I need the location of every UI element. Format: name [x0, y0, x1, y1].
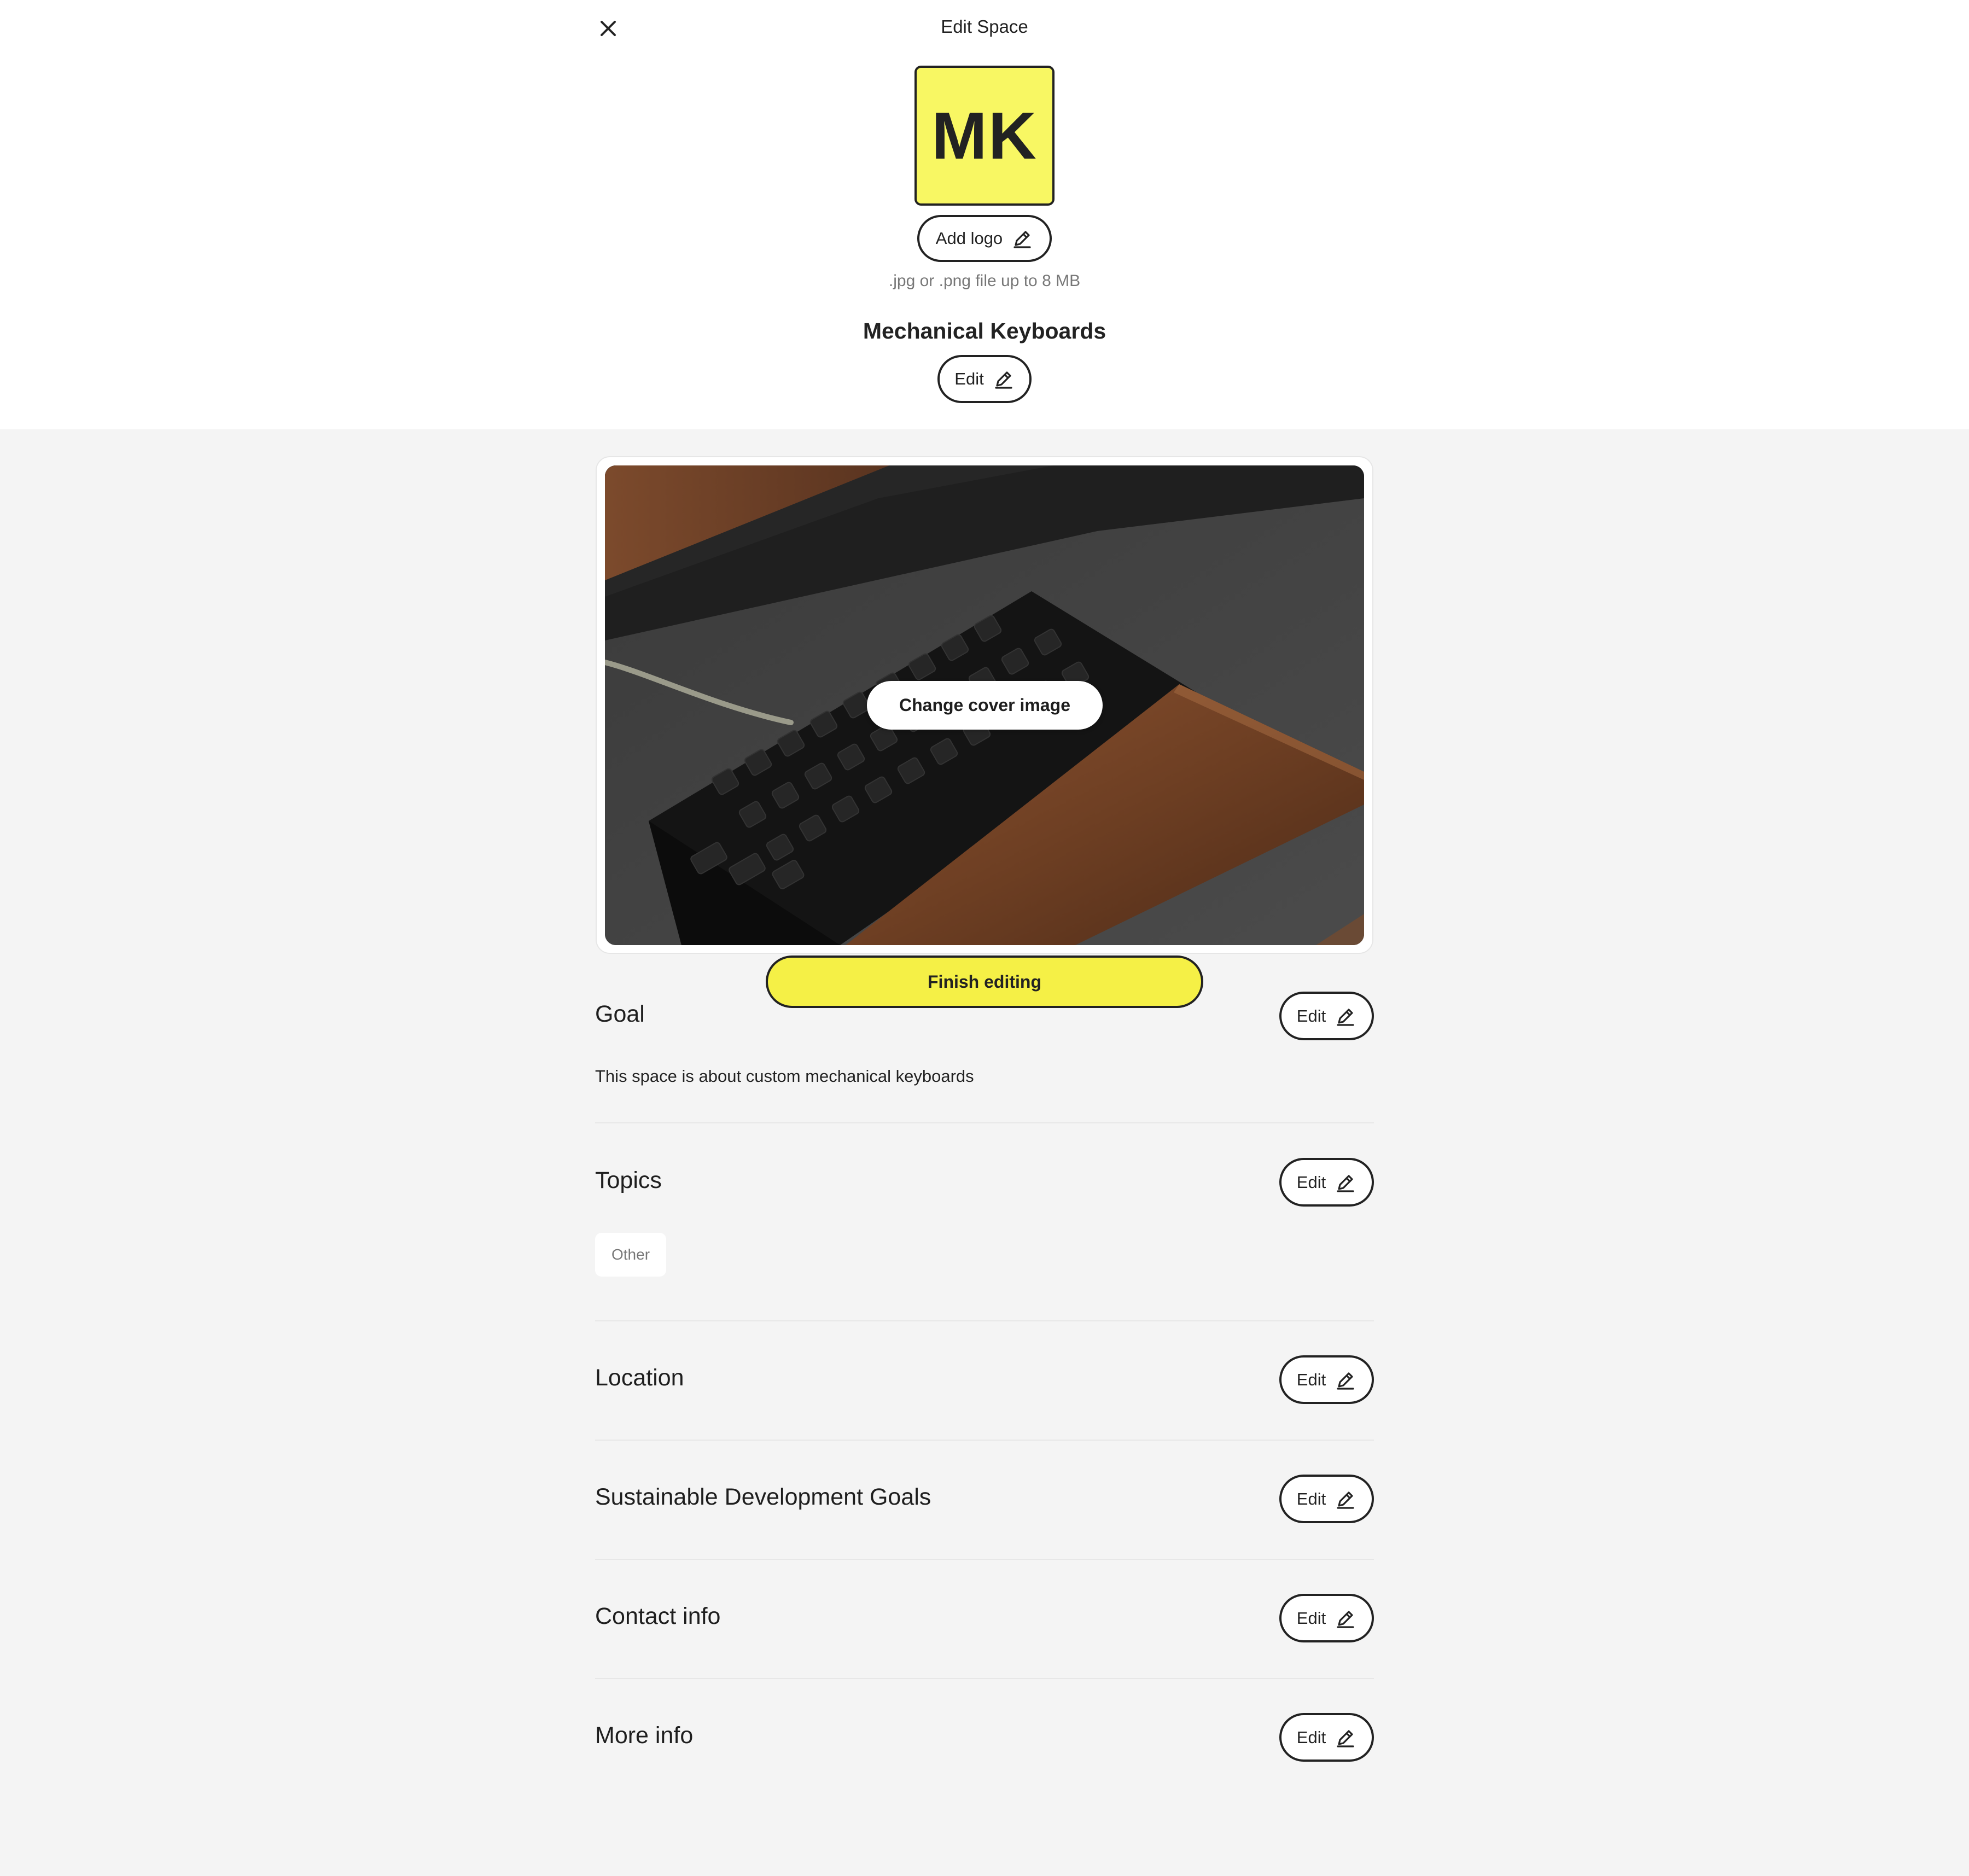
- section-title-more-info: More info: [595, 1722, 694, 1749]
- edit-name-button[interactable]: Edit: [937, 355, 1032, 403]
- edit-more-info-label: Edit: [1296, 1727, 1326, 1747]
- edit-location-button[interactable]: Edit: [1279, 1355, 1374, 1404]
- edit-topics-button[interactable]: Edit: [1279, 1158, 1374, 1207]
- pencil-icon: [1335, 1172, 1356, 1193]
- logo-initials: MK: [931, 98, 1038, 173]
- space-name: Mechanical Keyboards: [863, 318, 1106, 343]
- divider: [595, 1440, 1374, 1441]
- pencil-icon: [1335, 1607, 1356, 1629]
- edit-more-info-button[interactable]: Edit: [1279, 1713, 1374, 1762]
- edit-name-label: Edit: [954, 369, 984, 388]
- section-title-location: Location: [595, 1365, 684, 1391]
- finish-editing-button[interactable]: Finish editing: [766, 956, 1203, 1008]
- edit-sdg-button[interactable]: Edit: [1279, 1475, 1374, 1523]
- goal-text: This space is about custom mechanical ke…: [595, 1067, 974, 1086]
- pencil-icon: [1335, 1369, 1356, 1391]
- divider: [595, 1559, 1374, 1560]
- logo-file-hint: .jpg or .png file up to 8 MB: [888, 272, 1081, 290]
- add-logo-label: Add logo: [935, 229, 1003, 248]
- header-panel: Edit Space MK Add logo .jpg or .png file…: [0, 0, 1969, 429]
- edit-goal-button[interactable]: Edit: [1279, 992, 1374, 1040]
- pencil-icon: [1335, 1727, 1356, 1749]
- divider: [595, 1678, 1374, 1679]
- change-cover-image-button[interactable]: Change cover image: [867, 681, 1103, 730]
- section-title-goal: Goal: [595, 1001, 645, 1027]
- pencil-icon: [1011, 228, 1033, 249]
- divider: [595, 1122, 1374, 1123]
- space-logo: MK: [914, 66, 1055, 206]
- pencil-icon: [1335, 1005, 1356, 1027]
- pencil-icon: [1335, 1488, 1356, 1510]
- edit-contact-label: Edit: [1296, 1608, 1326, 1628]
- divider: [595, 1320, 1374, 1321]
- edit-goal-label: Edit: [1296, 1006, 1326, 1026]
- edit-contact-button[interactable]: Edit: [1279, 1594, 1374, 1642]
- add-logo-button[interactable]: Add logo: [917, 215, 1052, 262]
- page-title: Edit Space: [941, 16, 1028, 37]
- pencil-icon: [993, 368, 1015, 390]
- edit-topics-label: Edit: [1296, 1172, 1326, 1192]
- topic-chip: Other: [595, 1233, 666, 1277]
- edit-location-label: Edit: [1296, 1370, 1326, 1389]
- section-title-contact: Contact info: [595, 1603, 721, 1629]
- section-title-sdg: Sustainable Development Goals: [595, 1484, 931, 1510]
- edit-sdg-label: Edit: [1296, 1489, 1326, 1508]
- section-title-topics: Topics: [595, 1167, 662, 1193]
